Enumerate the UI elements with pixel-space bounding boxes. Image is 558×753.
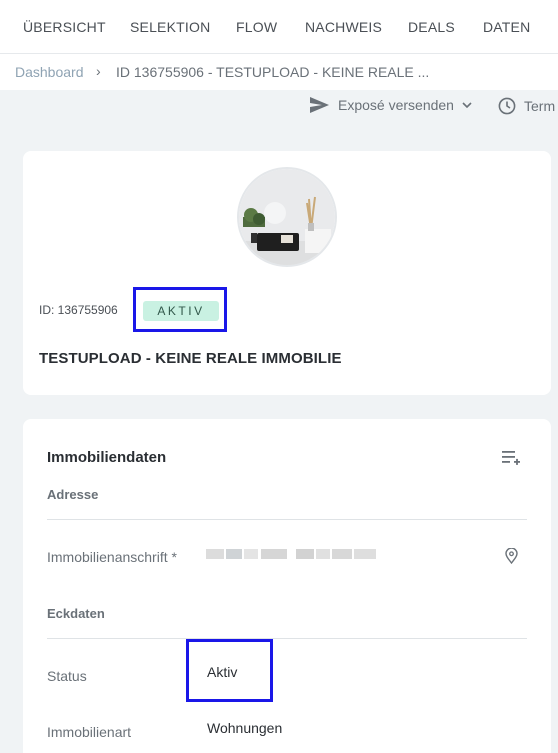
- breadcrumb-dashboard-link[interactable]: Dashboard: [15, 64, 84, 80]
- tab-daten[interactable]: DATEN: [483, 19, 530, 35]
- address-heading: Adresse: [47, 487, 99, 502]
- tab-flow[interactable]: FLOW: [236, 19, 277, 35]
- send-expose-button[interactable]: Exposé versenden: [310, 97, 472, 113]
- property-header-card: ID: 136755906 AKTIV TESTUPLOAD - KEINE R…: [23, 151, 551, 395]
- breadcrumb: Dashboard › ID 136755906 - TESTUPLOAD - …: [0, 54, 558, 90]
- breadcrumb-current: ID 136755906 - TESTUPLOAD - KEINE REALE …: [116, 64, 430, 80]
- divider: [47, 519, 527, 520]
- type-value[interactable]: Wohnungen: [207, 720, 282, 736]
- address-value-redacted[interactable]: [206, 546, 378, 564]
- top-nav: ÜBERSICHT SELEKTION FLOW NACHWEIS DEALS …: [0, 0, 558, 54]
- type-label: Immobilienart: [47, 724, 132, 740]
- section-title: Immobiliendaten: [47, 449, 167, 466]
- property-id: ID: 136755906: [39, 303, 118, 317]
- keydata-heading: Eckdaten: [47, 606, 105, 621]
- property-photo[interactable]: [237, 167, 337, 267]
- property-data-card: Immobiliendaten Adresse Immobilienanschr…: [23, 419, 551, 753]
- tab-deals[interactable]: DEALS: [408, 19, 455, 35]
- clock-icon: [498, 97, 516, 115]
- chevron-down-icon: [462, 102, 472, 108]
- address-label: Immobilienanschrift *: [47, 549, 177, 565]
- add-field-icon[interactable]: [501, 449, 521, 472]
- location-pin-icon[interactable]: [505, 547, 518, 569]
- termin-label: Term: [524, 98, 556, 114]
- required-marker: *: [171, 549, 177, 565]
- tab-selektion[interactable]: SELEKTION: [130, 19, 210, 35]
- chevron-right-icon: ›: [96, 63, 101, 79]
- tab-nachweis[interactable]: NACHWEIS: [305, 19, 382, 35]
- tab-uebersicht[interactable]: ÜBERSICHT: [23, 19, 106, 35]
- highlight-box: [186, 639, 273, 702]
- divider: [47, 638, 527, 639]
- termin-button[interactable]: Term: [498, 97, 555, 115]
- status-label: Status: [47, 668, 87, 684]
- property-title: TESTUPLOAD - KEINE REALE IMMOBILIE: [39, 350, 342, 367]
- highlight-box: [133, 287, 227, 332]
- send-icon: [310, 97, 329, 113]
- send-expose-label: Exposé versenden: [338, 97, 454, 113]
